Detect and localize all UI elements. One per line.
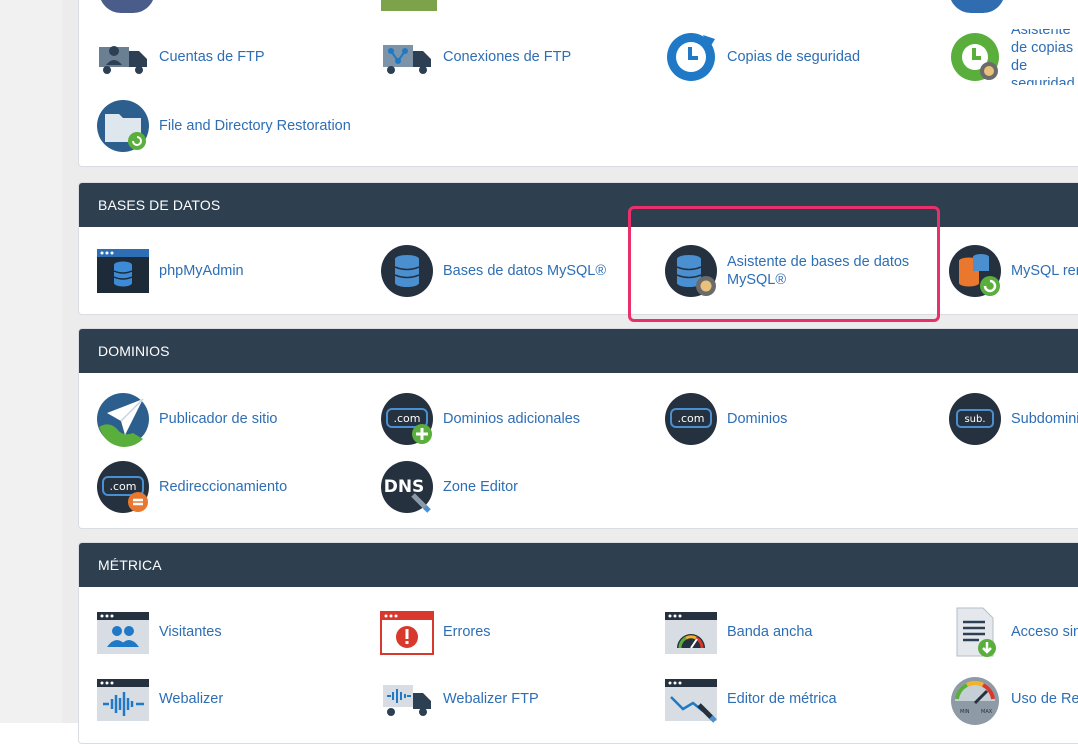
backup-wizard-link[interactable]: Asistente de copias de seguridad bbox=[947, 29, 1078, 85]
redirect-icon-text: .com bbox=[110, 480, 137, 493]
bandwidth-icon bbox=[663, 604, 719, 660]
cutoff-icon-2 bbox=[381, 0, 437, 11]
webalizer-ftp-label: Webalizer FTP bbox=[443, 691, 539, 707]
backups-link[interactable]: Copias de seguridad bbox=[663, 29, 860, 85]
visitors-link[interactable]: Visitantes bbox=[95, 604, 222, 660]
left-sidebar-strip bbox=[0, 0, 62, 723]
redirect-icon: .com bbox=[95, 459, 151, 515]
metrics-editor-label: Editor de métrica bbox=[727, 691, 837, 707]
domain-icon-text: .com bbox=[678, 412, 705, 425]
cutoff-icon-1 bbox=[99, 0, 155, 13]
bandwidth-label: Banda ancha bbox=[727, 624, 813, 640]
phpmyadmin-label: phpMyAdmin bbox=[159, 263, 244, 279]
errors-label: Errores bbox=[443, 624, 491, 640]
main-content: Cuentas de FTP Conexiones de FTP Copias … bbox=[62, 0, 1078, 744]
raw-access-link[interactable]: Acceso sin procesar bbox=[947, 604, 1078, 660]
domains-label: Dominios bbox=[727, 411, 788, 427]
visitors-label: Visitantes bbox=[159, 624, 222, 640]
zone-editor-label: Zone Editor bbox=[443, 479, 518, 495]
backup-clock-icon bbox=[663, 29, 719, 85]
errors-link[interactable]: Errores bbox=[379, 604, 491, 660]
subdomain-icon: sub. bbox=[947, 391, 1003, 447]
backup-wizard-icon bbox=[947, 29, 1003, 85]
files-panel: Cuentas de FTP Conexiones de FTP Copias … bbox=[78, 0, 1078, 167]
webalizer-label: Webalizer bbox=[159, 691, 224, 707]
mysql-databases-link[interactable]: Bases de datos MySQL® bbox=[379, 243, 606, 299]
highlight-box bbox=[628, 206, 940, 322]
gauge-max-text: MAX bbox=[981, 709, 993, 715]
webalizer-ftp-link[interactable]: Webalizer FTP bbox=[379, 671, 539, 727]
visitors-icon bbox=[95, 604, 151, 660]
dns-icon: DNS bbox=[379, 459, 435, 515]
errors-icon bbox=[379, 604, 435, 660]
metrics-header: MÉTRICA bbox=[79, 543, 1078, 587]
ftp-connections-label: Conexiones de FTP bbox=[443, 49, 572, 65]
metrics-editor-icon bbox=[663, 671, 719, 727]
resource-usage-label: Uso de Recursos bbox=[1011, 691, 1078, 707]
ftp-connections-icon bbox=[379, 29, 435, 85]
backups-label: Copias de seguridad bbox=[727, 49, 861, 65]
site-publisher-link[interactable]: Publicador de sitio bbox=[95, 391, 278, 447]
raw-access-icon bbox=[947, 604, 1003, 660]
dns-icon-text: DNS bbox=[384, 477, 425, 497]
cutoff-icon-3 bbox=[949, 0, 1005, 13]
webalizer-link[interactable]: Webalizer bbox=[95, 671, 223, 727]
addon-domain-icon: .com bbox=[379, 391, 435, 447]
subdomains-link[interactable]: sub. Subdominios bbox=[947, 391, 1078, 447]
domains-header: DOMINIOS bbox=[79, 329, 1078, 373]
phpmyadmin-icon bbox=[95, 243, 151, 299]
file-restoration-link[interactable]: File and Directory Restoration bbox=[95, 98, 351, 154]
resource-usage-link[interactable]: MIN MAX Uso de Recursos bbox=[947, 671, 1078, 727]
redirects-label: Redireccionamiento bbox=[159, 479, 288, 495]
metrics-editor-link[interactable]: Editor de métrica bbox=[663, 671, 837, 727]
ftp-accounts-link[interactable]: Cuentas de FTP bbox=[95, 29, 265, 85]
database-icon bbox=[379, 243, 435, 299]
mysql-databases-label: Bases de datos MySQL® bbox=[443, 263, 607, 279]
redirects-link[interactable]: .com Redireccionamiento bbox=[95, 459, 287, 515]
addon-domain-icon-text: .com bbox=[394, 412, 421, 425]
remote-database-icon bbox=[947, 243, 1003, 299]
metrics-panel: MÉTRICA Visitantes Errores Banda ancha A… bbox=[78, 542, 1078, 744]
subdomain-icon-text: sub. bbox=[964, 414, 985, 425]
domains-link[interactable]: .com Dominios bbox=[663, 391, 787, 447]
webalizer-icon bbox=[95, 671, 151, 727]
addon-domains-label: Dominios adicionales bbox=[443, 411, 581, 427]
paper-plane-globe-icon bbox=[95, 391, 151, 447]
addon-domains-link[interactable]: .com Dominios adicionales bbox=[379, 391, 580, 447]
raw-access-label: Acceso sin procesar bbox=[1011, 624, 1078, 640]
bandwidth-link[interactable]: Banda ancha bbox=[663, 604, 812, 660]
domains-panel: DOMINIOS Publicador de sitio .com Domini… bbox=[78, 328, 1078, 529]
folder-restore-icon bbox=[95, 98, 151, 154]
backup-wizard-label: Asistente de copias de seguridad bbox=[1011, 29, 1075, 85]
resource-usage-gauge-icon: MIN MAX bbox=[947, 671, 1003, 727]
remote-mysql-link[interactable]: MySQL remoto bbox=[947, 243, 1078, 299]
ftp-accounts-label: Cuentas de FTP bbox=[159, 49, 265, 65]
ftp-accounts-icon bbox=[95, 29, 151, 85]
ftp-connections-link[interactable]: Conexiones de FTP bbox=[379, 29, 571, 85]
domain-icon: .com bbox=[663, 391, 719, 447]
remote-mysql-label: MySQL remoto bbox=[1011, 263, 1078, 279]
phpmyadmin-link[interactable]: phpMyAdmin bbox=[95, 243, 244, 299]
file-restoration-label: File and Directory Restoration bbox=[159, 118, 351, 134]
zone-editor-link[interactable]: DNS Zone Editor bbox=[379, 459, 518, 515]
site-publisher-label: Publicador de sitio bbox=[159, 411, 278, 427]
webalizer-ftp-icon bbox=[379, 671, 435, 727]
subdomains-label: Subdominios bbox=[1011, 411, 1078, 427]
gauge-min-text: MIN bbox=[960, 709, 970, 715]
